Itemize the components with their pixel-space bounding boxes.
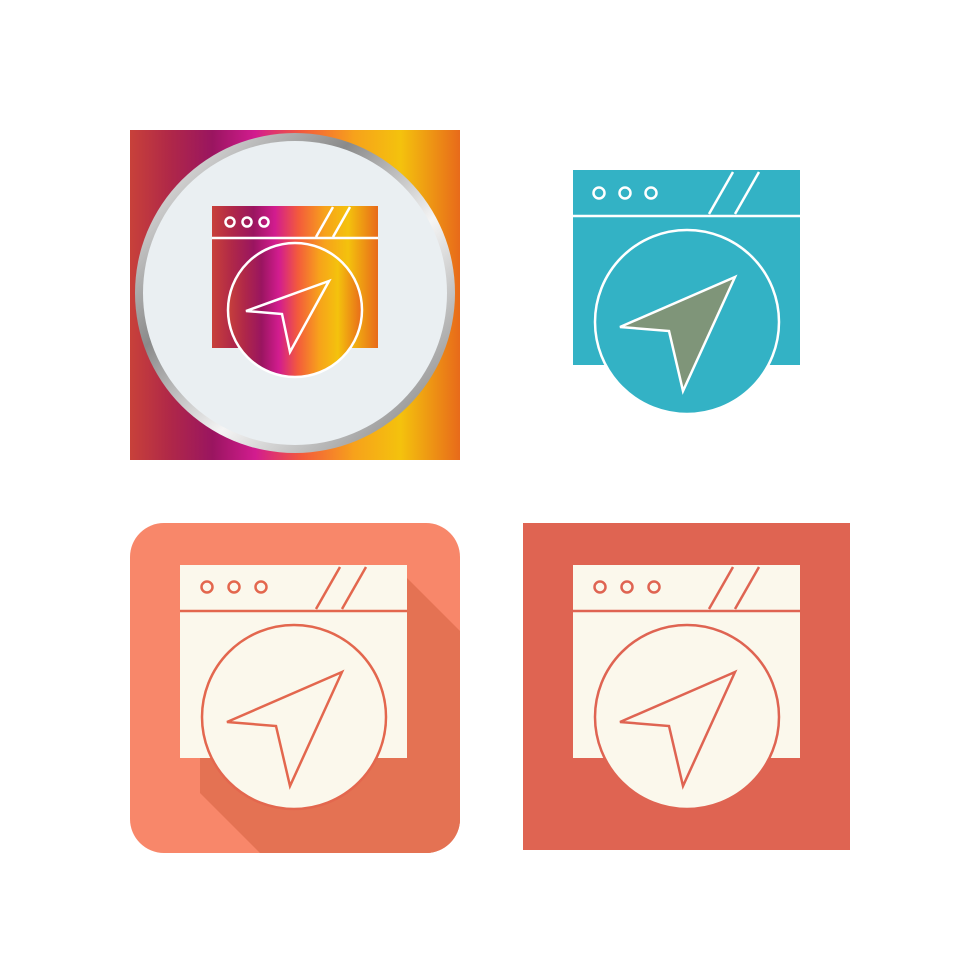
browser-navigation-flat-icon	[523, 523, 853, 853]
browser-navigation-rounded-svg	[130, 523, 460, 853]
browser-navigation-glyph-icon	[523, 130, 853, 460]
browser-navigation-rounded-icon	[130, 523, 460, 853]
browser-navigation-gradient-icon	[130, 130, 460, 460]
browser-navigation-glyph-svg	[573, 170, 800, 416]
browser-navigation-flat-svg	[523, 523, 850, 850]
browser-navigation-gradient-svg	[130, 130, 460, 460]
